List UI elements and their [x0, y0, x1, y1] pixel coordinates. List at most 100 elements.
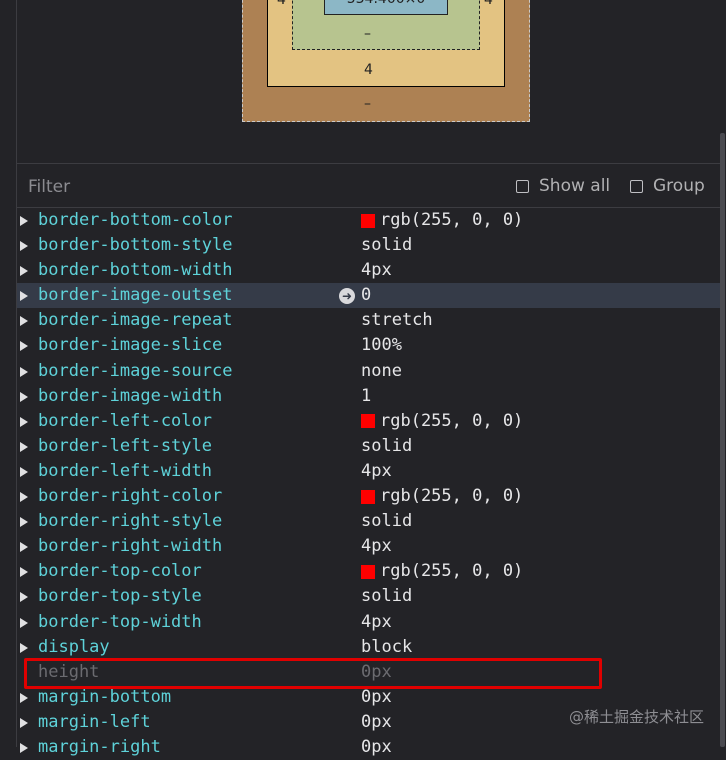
property-value: 0 — [361, 283, 371, 308]
expand-triangle-icon[interactable] — [20, 366, 28, 377]
expand-triangle-icon[interactable] — [20, 416, 28, 427]
property-value: solid — [361, 233, 412, 258]
property-value: rgb(255, 0, 0) — [361, 484, 523, 509]
property-name: border-left-width — [38, 460, 212, 481]
scrollbar-thumb[interactable] — [720, 133, 725, 747]
expand-triangle-icon[interactable] — [20, 717, 28, 728]
expand-triangle-icon[interactable] — [20, 742, 28, 753]
padding-bottom-value[interactable]: – — [364, 26, 371, 42]
property-value: 4px — [361, 610, 392, 635]
property-value-text: 0px — [361, 736, 392, 757]
expand-triangle-icon[interactable] — [20, 517, 28, 528]
property-row[interactable]: border-top-style solid — [17, 584, 720, 609]
property-value-text: rgb(255, 0, 0) — [380, 410, 524, 431]
property-row[interactable]: border-image-outset ➜ 0 — [17, 283, 720, 309]
property-name: margin-left — [38, 711, 151, 732]
property-value-text: solid — [361, 235, 413, 256]
property-name: border-left-color — [38, 410, 212, 431]
property-name: border-bottom-style — [38, 235, 233, 256]
property-value: stretch — [361, 308, 433, 333]
property-row[interactable]: border-top-color rgb(255, 0, 0) — [17, 559, 720, 584]
margin-bottom-value[interactable]: – — [364, 96, 371, 112]
property-row[interactable]: border-right-style solid — [17, 509, 720, 534]
property-row[interactable]: border-left-color rgb(255, 0, 0) — [17, 409, 720, 434]
expand-triangle-icon[interactable] — [20, 266, 28, 277]
property-row[interactable]: margin-right 0px — [17, 735, 720, 760]
property-value: rgb(255, 0, 0) — [361, 208, 523, 233]
filter-input[interactable]: Filter — [28, 177, 70, 197]
expand-triangle-icon[interactable] — [20, 542, 28, 553]
property-value-text: none — [361, 360, 402, 381]
expand-triangle-icon[interactable] — [20, 241, 28, 252]
property-value: 4px — [361, 534, 392, 559]
property-value: 4px — [361, 459, 392, 484]
property-row[interactable]: border-image-width 1 — [17, 384, 720, 409]
property-name: border-top-color — [38, 561, 202, 582]
property-name: border-image-source — [38, 360, 233, 381]
scrollbar-track[interactable] — [720, 0, 726, 747]
padding-left-value[interactable]: 4 — [277, 0, 286, 8]
property-name: border-image-outset — [38, 285, 233, 306]
property-name: border-right-width — [38, 536, 223, 557]
box-model-diagram: 534.400×0 4 4 – 4 – — [17, 0, 720, 163]
property-name: margin-right — [38, 736, 161, 757]
show-all-toggle[interactable]: Show all — [516, 176, 610, 196]
property-name: border-left-style — [38, 435, 212, 456]
expand-triangle-icon[interactable] — [20, 692, 28, 703]
expand-triangle-icon[interactable] — [20, 216, 28, 226]
property-value: solid — [361, 434, 412, 459]
group-checkbox[interactable] — [630, 179, 643, 193]
property-row[interactable]: display block — [17, 635, 720, 660]
property-row[interactable]: border-bottom-style solid — [17, 233, 720, 258]
expand-triangle-icon[interactable] — [20, 391, 28, 402]
property-value-text: solid — [361, 586, 413, 607]
color-swatch[interactable] — [361, 564, 375, 579]
property-row[interactable]: border-bottom-color rgb(255, 0, 0) — [17, 208, 720, 233]
property-value: solid — [361, 584, 412, 609]
group-toggle[interactable]: Group — [630, 176, 705, 196]
property-value: rgb(255, 0, 0) — [361, 409, 523, 434]
property-row[interactable]: border-left-width 4px — [17, 459, 720, 484]
property-value-text: 100% — [361, 335, 402, 356]
property-value: 1 — [361, 384, 371, 409]
expand-triangle-icon[interactable] — [20, 316, 28, 327]
expand-triangle-icon[interactable] — [20, 592, 28, 603]
property-row[interactable]: border-top-width 4px — [17, 610, 720, 635]
color-swatch[interactable] — [361, 213, 375, 228]
padding-right-value[interactable]: 4 — [484, 0, 493, 8]
property-value: block — [361, 635, 412, 660]
property-row[interactable]: border-right-color rgb(255, 0, 0) — [17, 484, 720, 509]
show-all-checkbox[interactable] — [516, 179, 529, 193]
property-row[interactable]: border-left-style solid — [17, 434, 720, 459]
property-row[interactable]: border-bottom-width 4px — [17, 258, 720, 283]
box-model-content[interactable]: 534.400×0 — [324, 0, 448, 15]
property-name: border-top-style — [38, 586, 202, 607]
color-swatch[interactable] — [361, 489, 375, 504]
expand-triangle-icon[interactable] — [20, 642, 28, 653]
watermark: @稀土掘金技术社区 — [568, 708, 704, 726]
property-row[interactable]: border-right-width 4px — [17, 534, 720, 559]
property-value-text: rgb(255, 0, 0) — [380, 486, 524, 507]
property-value-text: rgb(255, 0, 0) — [380, 210, 524, 230]
border-bottom-value[interactable]: 4 — [364, 62, 373, 78]
expand-triangle-icon[interactable] — [20, 291, 28, 302]
jump-to-rule-icon[interactable]: ➜ — [339, 288, 355, 305]
expand-triangle-icon[interactable] — [20, 341, 28, 352]
property-row[interactable]: border-image-slice 100% — [17, 333, 720, 358]
property-value-text: 4px — [361, 260, 392, 281]
show-all-label: Show all — [539, 176, 611, 196]
left-gutter — [0, 0, 17, 747]
color-swatch[interactable] — [361, 414, 375, 429]
expand-triangle-icon[interactable] — [20, 617, 28, 628]
property-value: 0px — [361, 710, 392, 735]
expand-triangle-icon[interactable] — [20, 466, 28, 477]
property-row[interactable]: border-image-source none — [17, 359, 720, 384]
property-name: border-image-repeat — [38, 310, 233, 331]
property-value-text: 0 — [361, 285, 372, 306]
property-row[interactable]: border-image-repeat stretch — [17, 308, 720, 333]
property-value-text: 4px — [361, 536, 392, 557]
expand-triangle-icon[interactable] — [20, 441, 28, 452]
expand-triangle-icon[interactable] — [20, 492, 28, 503]
property-value: 0px — [361, 735, 392, 760]
expand-triangle-icon[interactable] — [20, 567, 28, 578]
